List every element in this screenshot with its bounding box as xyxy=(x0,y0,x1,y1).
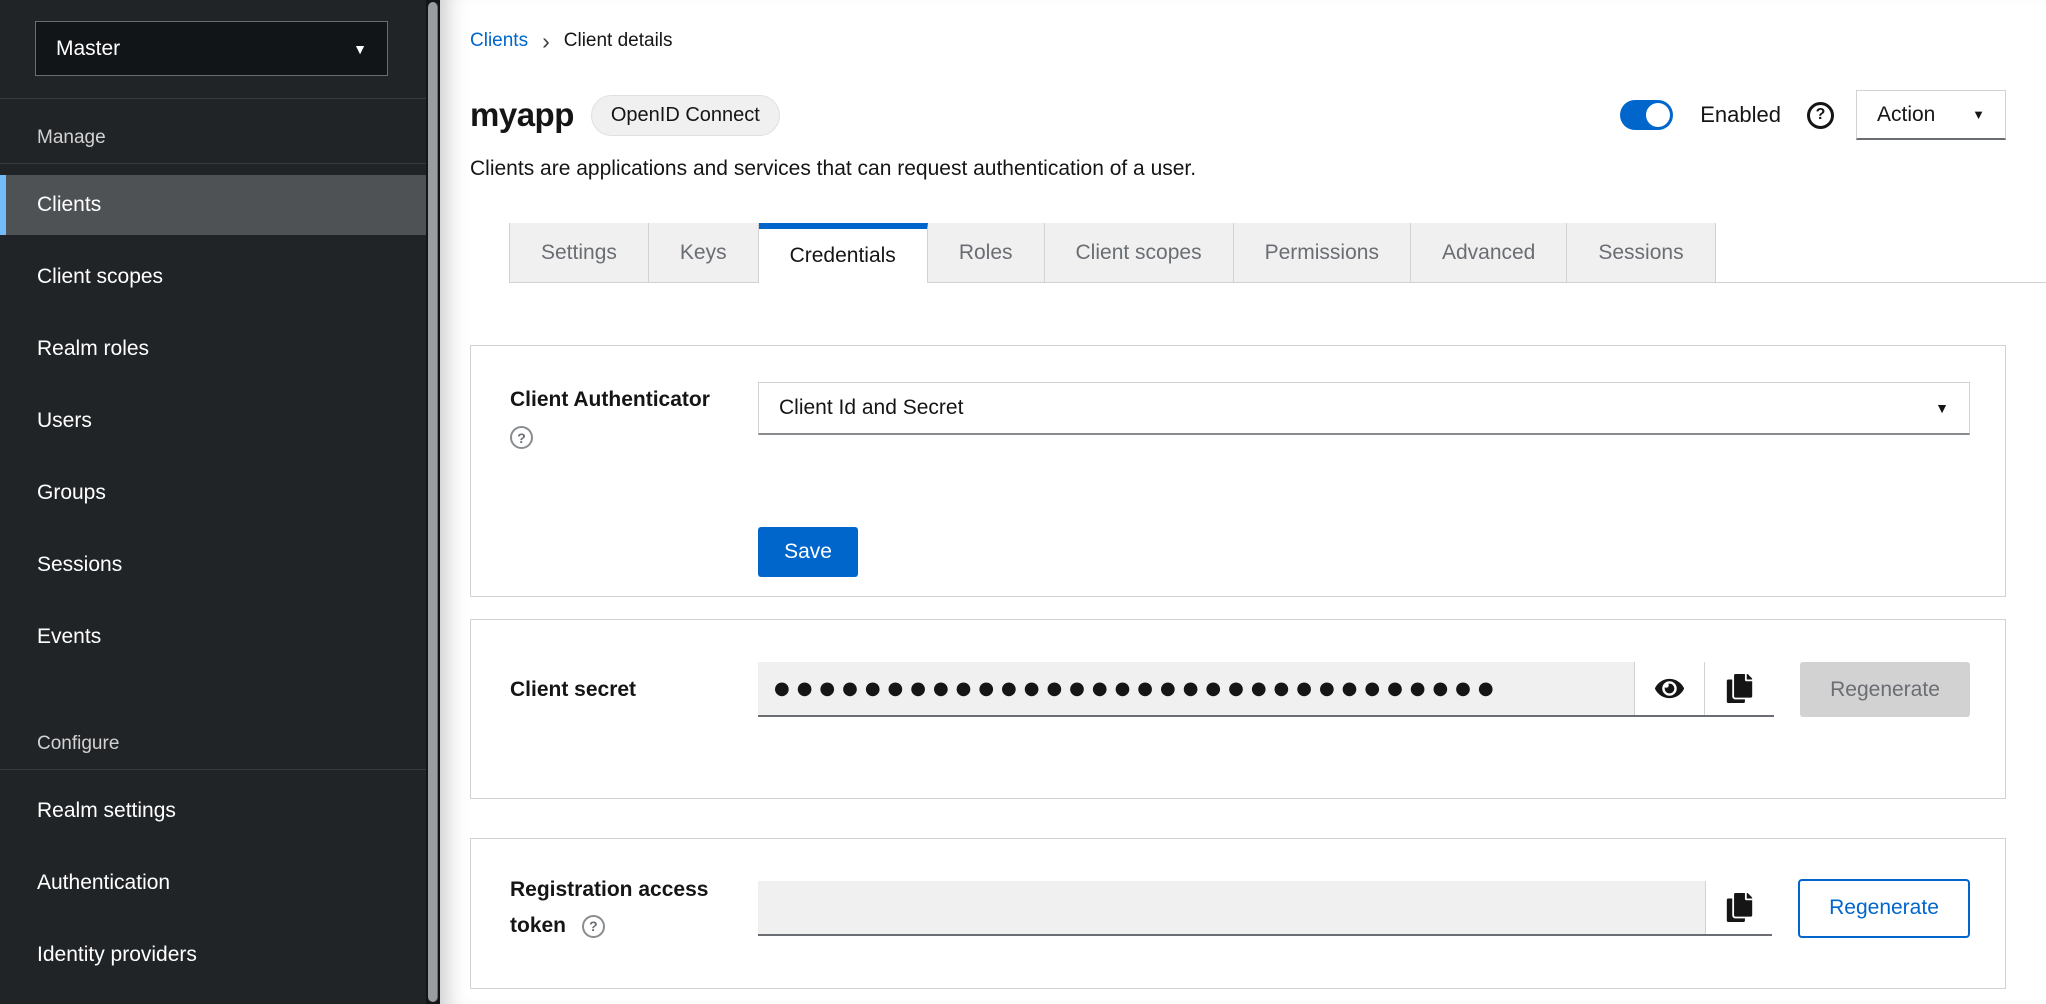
sidebar-item-identity-providers[interactable]: Identity providers xyxy=(0,925,426,985)
breadcrumb-current: Client details xyxy=(564,30,673,52)
chevron-right-icon: › xyxy=(542,32,550,51)
field-column: Client Id and Secret ▼ xyxy=(758,382,1970,449)
enabled-label: Enabled xyxy=(1700,102,1781,128)
tab-bar: Settings Keys Credentials Roles Client s… xyxy=(509,223,2046,283)
tab-roles[interactable]: Roles xyxy=(928,223,1045,282)
registration-token-card: Registration access token ? Regenerate xyxy=(470,838,2006,989)
copy-token-button[interactable] xyxy=(1705,881,1772,934)
caret-down-icon: ▼ xyxy=(1935,400,1949,416)
help-icon[interactable]: ? xyxy=(1807,102,1834,129)
label-column: Registration access token ? xyxy=(510,872,758,944)
realm-selector-area: Master ▼ xyxy=(0,0,426,99)
client-authenticator-label: Client Authenticator xyxy=(510,382,728,418)
save-button[interactable]: Save xyxy=(758,527,858,577)
tab-permissions[interactable]: Permissions xyxy=(1234,223,1411,282)
label-column: Client Authenticator ? xyxy=(510,382,758,449)
nav-section-manage: Manage Clients Client scopes Realm roles… xyxy=(0,99,426,667)
toggle-knob xyxy=(1646,103,1670,127)
action-label: Action xyxy=(1877,103,1935,127)
sidebar-item-clients[interactable]: Clients xyxy=(0,175,426,235)
select-value: Client Id and Secret xyxy=(779,396,963,420)
tab-credentials[interactable]: Credentials xyxy=(759,223,928,283)
page-title: myapp xyxy=(470,96,574,134)
tab-advanced[interactable]: Advanced xyxy=(1411,223,1567,282)
nav-section-title-configure: Configure xyxy=(0,705,426,769)
help-icon[interactable]: ? xyxy=(510,426,533,449)
breadcrumb: Clients › Client details xyxy=(470,30,2006,52)
sidebar-item-client-scopes[interactable]: Client scopes xyxy=(0,247,426,307)
breadcrumb-link-clients[interactable]: Clients xyxy=(470,30,528,52)
sidebar-item-groups[interactable]: Groups xyxy=(0,463,426,523)
enabled-toggle[interactable] xyxy=(1620,100,1673,130)
caret-down-icon: ▼ xyxy=(1972,107,1985,122)
nav-list-configure: Realm settings Authentication Identity p… xyxy=(0,770,426,985)
nav-section-title-manage: Manage xyxy=(0,99,426,163)
keycloak-admin-console: Master ▼ Manage Clients Client scopes Re… xyxy=(0,0,2046,1004)
copy-icon xyxy=(1725,674,1754,703)
client-secret-label: Client secret xyxy=(510,672,728,708)
sidebar-scrollbar-thumb[interactable] xyxy=(428,2,438,1002)
caret-down-icon: ▼ xyxy=(353,41,367,57)
sidebar-item-realm-settings[interactable]: Realm settings xyxy=(0,781,426,841)
field-column: Regenerate xyxy=(758,662,1970,717)
action-dropdown[interactable]: Action ▼ xyxy=(1856,90,2006,140)
regenerate-secret-button[interactable]: Regenerate xyxy=(1800,662,1970,717)
page-description: Clients are applications and services th… xyxy=(470,157,2006,181)
tab-settings[interactable]: Settings xyxy=(509,223,649,282)
nav-list-manage: Clients Client scopes Realm roles Users … xyxy=(0,164,426,667)
protocol-badge: OpenID Connect xyxy=(591,95,780,136)
realm-name: Master xyxy=(56,37,120,61)
help-icon[interactable]: ? xyxy=(582,915,605,938)
sidebar-scrollbar xyxy=(426,0,440,1004)
sidebar-item-events[interactable]: Events xyxy=(0,607,426,667)
client-secret-card: Client secret Regenerate xyxy=(470,619,2006,799)
sidebar-item-authentication[interactable]: Authentication xyxy=(0,853,426,913)
label-column: Client secret xyxy=(510,672,758,708)
registration-token-label: Registration access token ? xyxy=(510,878,708,937)
page-header: myapp OpenID Connect Enabled ? Action ▼ xyxy=(470,90,2006,140)
client-secret-input-group xyxy=(758,662,1774,717)
copy-icon xyxy=(1725,893,1754,922)
tab-client-scopes[interactable]: Client scopes xyxy=(1045,223,1234,282)
registration-token-row: Registration access token ? Regenerate xyxy=(510,872,1970,944)
nav-section-configure: Configure Realm settings Authentication … xyxy=(0,705,426,985)
tab-sessions[interactable]: Sessions xyxy=(1567,223,1715,282)
header-controls: Enabled ? Action ▼ xyxy=(1620,90,2006,140)
field-column: Regenerate xyxy=(758,879,1970,938)
client-secret-row: Client secret Regenerate xyxy=(510,662,1970,717)
sidebar-item-sessions[interactable]: Sessions xyxy=(0,535,426,595)
client-authenticator-row: Client Authenticator ? Client Id and Sec… xyxy=(510,382,1970,449)
show-secret-button[interactable] xyxy=(1634,662,1704,715)
main-content: Clients › Client details myapp OpenID Co… xyxy=(440,0,2046,1004)
realm-switcher-dropdown[interactable]: Master ▼ xyxy=(35,21,388,76)
registration-token-input-group xyxy=(758,881,1772,936)
client-authenticator-card: Client Authenticator ? Client Id and Sec… xyxy=(470,345,2006,597)
client-authenticator-select[interactable]: Client Id and Secret ▼ xyxy=(758,382,1970,435)
client-secret-input[interactable] xyxy=(758,662,1634,715)
sidebar-item-users[interactable]: Users xyxy=(0,391,426,451)
copy-secret-button[interactable] xyxy=(1704,662,1774,715)
registration-token-input[interactable] xyxy=(758,881,1705,934)
sidebar: Master ▼ Manage Clients Client scopes Re… xyxy=(0,0,426,1004)
eye-icon xyxy=(1655,674,1684,703)
tab-keys[interactable]: Keys xyxy=(649,223,759,282)
sidebar-item-realm-roles[interactable]: Realm roles xyxy=(0,319,426,379)
regenerate-token-button[interactable]: Regenerate xyxy=(1798,879,1970,938)
save-row: Save xyxy=(510,449,1970,577)
